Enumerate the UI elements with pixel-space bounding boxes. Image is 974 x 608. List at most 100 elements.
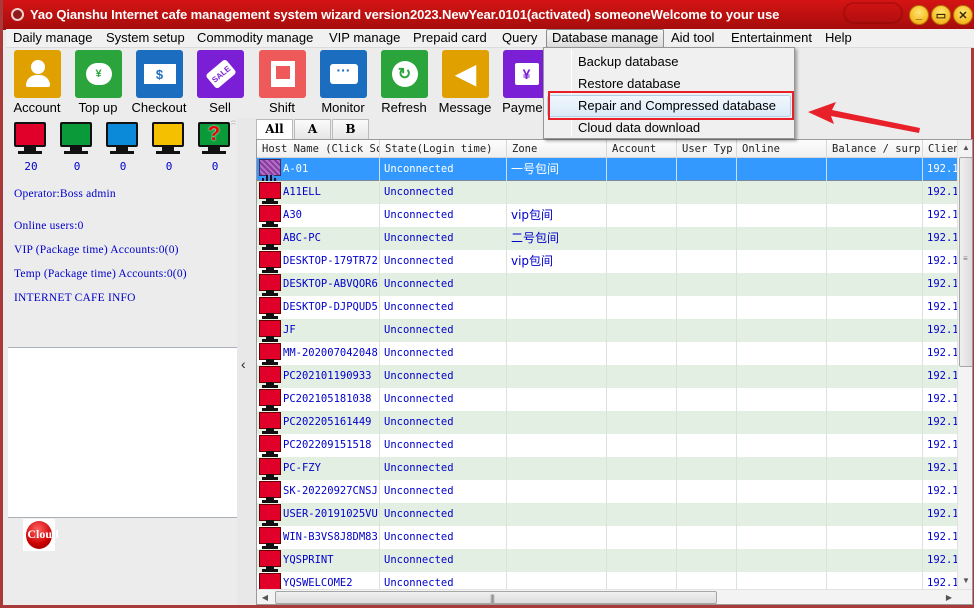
table-row[interactable]: SK-20220927CNSJ Unconnected 192.1 — [257, 480, 963, 503]
tab-a[interactable]: A — [294, 119, 331, 139]
app-logo-icon — [11, 8, 24, 21]
cell-host: WIN-B3VS8J8DM83 — [257, 526, 380, 549]
table-row[interactable]: PC202209151518 Unconnected 192.1 — [257, 434, 963, 457]
host-name: JF — [283, 324, 296, 336]
message-button[interactable]: ◀ Message — [434, 50, 496, 118]
menu-help[interactable]: Help — [820, 29, 857, 48]
col-host-name[interactable]: Host Name (Click Sc — [257, 140, 380, 158]
table-row[interactable]: DESKTOP-179TR72 Unconnected vip包间 192.1 — [257, 250, 963, 273]
menu-database-manage[interactable]: Database manage — [546, 29, 665, 48]
scroll-down-icon[interactable]: ▼ — [958, 573, 972, 589]
computer-offline-icon — [259, 227, 281, 250]
monitor-button[interactable]: ··· Monitor — [312, 50, 374, 118]
horizontal-scrollbar[interactable]: ◀ ||| ▶ — [257, 589, 972, 604]
menu-daily-manage[interactable]: Daily manage — [8, 29, 98, 48]
vertical-scroll-thumb[interactable]: ≡ — [959, 157, 972, 367]
scroll-right-icon[interactable]: ▶ — [941, 590, 957, 604]
cell-state: Unconnected — [380, 181, 507, 204]
cell-user-type — [677, 480, 737, 503]
top-up-button[interactable]: ¥ Top up — [67, 50, 129, 118]
col-state[interactable]: State(Login time) — [380, 140, 507, 158]
menu-commodity-manage[interactable]: Commodity manage — [192, 29, 318, 48]
menu-system-setup[interactable]: System setup — [101, 29, 190, 48]
refresh-label: Refresh — [381, 100, 427, 115]
col-zone[interactable]: Zone — [507, 140, 607, 158]
table-row[interactable]: PC202205161449 Unconnected 192.1 — [257, 411, 963, 434]
computer-offline-icon — [259, 526, 281, 549]
status-filter-blue[interactable] — [106, 122, 140, 156]
panel-splitter[interactable]: ꩰ ‹ — [237, 118, 256, 605]
scroll-up-icon[interactable]: ▲ — [958, 140, 972, 156]
close-button[interactable]: ✕ — [953, 5, 973, 25]
status-filter-unknown[interactable]: ? — [198, 122, 232, 156]
tab-all[interactable]: All — [256, 119, 293, 139]
collapse-left-icon[interactable]: ‹ — [241, 356, 246, 372]
horizontal-scroll-thumb[interactable]: ||| — [275, 591, 717, 604]
cell-host: PC-FZY — [257, 457, 380, 480]
table-row[interactable]: WIN-B3VS8J8DM83 Unconnected 192.1 — [257, 526, 963, 549]
table-row[interactable]: ABC-PC Unconnected 二号包间 192.1 — [257, 227, 963, 250]
account-button[interactable]: Account — [6, 50, 68, 118]
count-yellow: 0 — [165, 160, 173, 173]
table-row[interactable]: PC-FZY Unconnected 192.1 — [257, 457, 963, 480]
col-account[interactable]: Account — [607, 140, 677, 158]
host-name: USER-20191025VU — [283, 508, 378, 520]
sell-button[interactable]: SALE Sell — [189, 50, 251, 118]
table-row[interactable]: PC202101190933 Unconnected 192.1 — [257, 365, 963, 388]
vertical-scrollbar[interactable]: ▲ ≡ ▼ — [957, 140, 972, 589]
menu-restore-database[interactable]: Restore database — [547, 73, 791, 95]
status-filter-green[interactable] — [60, 122, 94, 156]
cell-user-type — [677, 319, 737, 342]
table-row[interactable]: YQSPRINT Unconnected 192.1 — [257, 549, 963, 572]
table-row[interactable]: USER-20191025VU Unconnected 192.1 — [257, 503, 963, 526]
cell-balance — [827, 388, 923, 411]
menu-aid-tool[interactable]: Aid tool — [666, 29, 719, 48]
table-row[interactable]: DESKTOP-ABVQOR6 Unconnected 192.1 — [257, 273, 963, 296]
table-row[interactable]: PC202105181038 Unconnected 192.1 — [257, 388, 963, 411]
cloud-button[interactable]: Cloud — [23, 519, 59, 551]
refresh-button[interactable]: ↻ Refresh — [373, 50, 435, 118]
cell-state: Unconnected — [380, 365, 507, 388]
cell-online — [737, 411, 827, 434]
maximize-button[interactable]: ▭ — [931, 5, 951, 25]
cell-host: A11ELL — [257, 181, 380, 204]
cell-host: PC202105181038 — [257, 388, 380, 411]
minimize-button[interactable]: _ — [909, 5, 929, 25]
cell-online — [737, 526, 827, 549]
cell-account — [607, 549, 677, 572]
tab-b[interactable]: B — [332, 119, 369, 139]
host-name: PC202105181038 — [283, 393, 372, 405]
scroll-left-icon[interactable]: ◀ — [257, 590, 273, 604]
status-filter-red[interactable] — [14, 122, 48, 156]
table-row[interactable]: A-01 Unconnected 一号包间 192.1 — [257, 158, 963, 181]
cell-user-type — [677, 388, 737, 411]
computer-offline-icon — [259, 480, 281, 503]
menu-query[interactable]: Query — [497, 29, 542, 48]
menu-backup-database[interactable]: Backup database — [547, 51, 791, 73]
col-balance[interactable]: Balance / surp! — [827, 140, 923, 158]
table-row[interactable]: A30 Unconnected vip包间 192.1 — [257, 204, 963, 227]
sell-label: Sell — [209, 100, 231, 115]
cell-host: A30 — [257, 204, 380, 227]
cell-host: A-01 — [257, 158, 380, 181]
cell-user-type — [677, 273, 737, 296]
menu-prepaid-card[interactable]: Prepaid card — [408, 29, 492, 48]
shift-button[interactable]: Shift — [251, 50, 313, 118]
col-online[interactable]: Online — [737, 140, 827, 158]
grid-header: Host Name (Click Sc State(Login time) Zone… — [257, 140, 963, 158]
menu-vip-manage[interactable]: VIP manage — [324, 29, 405, 48]
online-users-label: Online users:0 — [14, 220, 84, 232]
table-row[interactable]: JF Unconnected 192.1 — [257, 319, 963, 342]
menu-cloud-data-download[interactable]: Cloud data download — [547, 117, 791, 139]
col-user-type[interactable]: User Typ — [677, 140, 737, 158]
menu-entertainment[interactable]: Entertainment — [726, 29, 817, 48]
menu-repair-compress-database[interactable]: Repair and Compressed database — [547, 95, 791, 117]
table-row[interactable]: MM-202007042048 Unconnected 192.1 — [257, 342, 963, 365]
table-row[interactable]: DESKTOP-DJPQUD5 Unconnected 192.1 — [257, 296, 963, 319]
table-row[interactable]: A11ELL Unconnected 192.1 — [257, 181, 963, 204]
cell-user-type — [677, 296, 737, 319]
checkout-button[interactable]: $ Checkout — [128, 50, 190, 118]
status-filter-yellow[interactable] — [152, 122, 186, 156]
cell-user-type — [677, 181, 737, 204]
cell-zone — [507, 342, 607, 365]
